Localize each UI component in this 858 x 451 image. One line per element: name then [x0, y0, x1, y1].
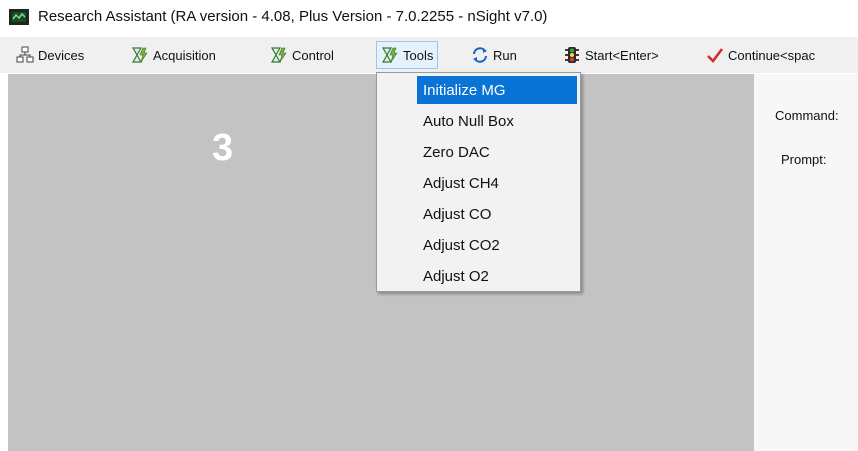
menu-start[interactable]: Start<Enter>	[563, 41, 659, 69]
menu-control-label: Control	[292, 47, 334, 63]
menuitem-adjust-co[interactable]: Adjust CO	[417, 200, 577, 228]
menu-acquisition[interactable]: Acquisition	[131, 41, 216, 69]
menuitem-zero-dac[interactable]: Zero DAC	[417, 138, 577, 166]
menu-acquisition-label: Acquisition	[153, 47, 216, 63]
menuitem-adjust-co2[interactable]: Adjust CO2	[417, 231, 577, 259]
window-title: Research Assistant (RA version - 4.08, P…	[38, 8, 548, 25]
menuitem-label: Zero DAC	[423, 143, 490, 161]
menuitem-label: Adjust O2	[423, 267, 489, 285]
menuitem-initialize-mg[interactable]: Initialize MG	[417, 76, 577, 104]
menuitem-label: Adjust CO2	[423, 236, 500, 254]
menuitem-adjust-ch4[interactable]: Adjust CH4	[417, 169, 577, 197]
menu-devices[interactable]: Devices	[16, 41, 84, 69]
menu-continue[interactable]: Continue<spac	[706, 41, 815, 69]
command-label: Command:	[775, 108, 839, 123]
checkmark-icon	[707, 48, 724, 63]
tools-dropdown-menu: Initialize MG Auto Null Box Zero DAC Adj…	[376, 72, 581, 292]
network-icon	[16, 46, 34, 63]
menu-tools-label: Tools	[403, 47, 434, 63]
menu-devices-label: Devices	[38, 47, 85, 63]
hourglass-lightning-icon	[381, 47, 398, 63]
command-side-panel: Command: Prompt:	[754, 74, 858, 451]
refresh-arrows-icon	[473, 47, 487, 63]
menu-start-label: Start<Enter>	[585, 47, 659, 63]
hourglass-lightning-icon	[131, 47, 148, 63]
monitor-chart-icon	[9, 9, 29, 25]
prompt-label: Prompt:	[781, 152, 827, 167]
menuitem-label: Auto Null Box	[423, 112, 514, 130]
menu-bar: Devices Acquisition Control Tools Run St…	[0, 37, 858, 73]
menuitem-adjust-o2[interactable]: Adjust O2	[417, 262, 577, 290]
menu-run-label: Run	[493, 47, 517, 63]
title-bar: Research Assistant (RA version - 4.08, P…	[0, 0, 858, 34]
menu-control[interactable]: Control	[270, 41, 334, 69]
menuitem-label: Adjust CO	[423, 205, 492, 223]
menuitem-label: Initialize MG	[423, 81, 506, 99]
menu-run[interactable]: Run	[471, 41, 517, 69]
menu-tools[interactable]: Tools	[376, 41, 439, 69]
menuitem-label: Adjust CH4	[423, 174, 499, 192]
menuitem-auto-null-box[interactable]: Auto Null Box	[417, 107, 577, 135]
menu-continue-label: Continue<spac	[728, 47, 816, 63]
traffic-light-icon	[565, 47, 579, 63]
channel-number: 3	[212, 127, 234, 169]
hourglass-lightning-icon	[270, 47, 287, 63]
